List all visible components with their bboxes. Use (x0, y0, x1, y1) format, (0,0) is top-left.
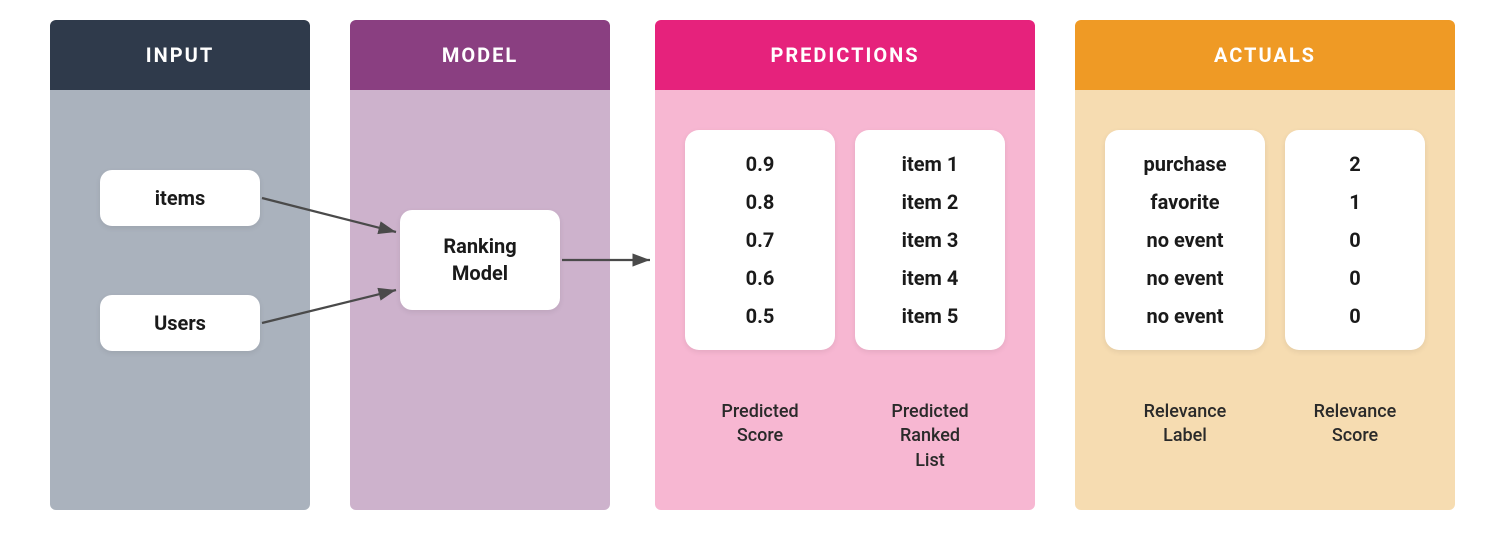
relevance-score-card: 2 1 0 0 0 (1285, 130, 1425, 350)
predicted-ranked-item-row: item 2 (902, 190, 959, 214)
panel-model: MODEL RankingModel (350, 20, 610, 510)
panel-predictions-header: PREDICTIONS (655, 20, 1035, 90)
diagram-stage: INPUT items Users MODEL RankingModel PRE… (0, 0, 1500, 533)
relevance-score-sublabel: RelevanceScore (1285, 400, 1425, 449)
model-box: RankingModel (400, 210, 560, 310)
predicted-ranked-sublabel: PredictedRankedList (855, 400, 1005, 473)
predicted-score-row: 0.6 (746, 266, 775, 290)
predicted-score-sublabel: PredictedScore (685, 400, 835, 449)
predicted-ranked-item-row: item 4 (902, 266, 959, 290)
predicted-score-row: 0.9 (746, 152, 775, 176)
relevance-label-row: no event (1147, 304, 1224, 328)
relevance-label-row: no event (1147, 266, 1224, 290)
relevance-label-row: purchase (1144, 152, 1227, 176)
relevance-label-row: no event (1147, 228, 1224, 252)
relevance-score-row: 1 (1349, 190, 1360, 214)
panel-model-header: MODEL (350, 20, 610, 90)
relevance-score-row: 0 (1349, 304, 1360, 328)
predicted-score-row: 0.7 (746, 228, 775, 252)
panel-actuals-header: ACTUALS (1075, 20, 1455, 90)
panel-input: INPUT items Users (50, 20, 310, 510)
predicted-scores-card: 0.9 0.8 0.7 0.6 0.5 (685, 130, 835, 350)
input-items-card: items (100, 170, 260, 226)
predicted-score-row: 0.8 (746, 190, 775, 214)
relevance-label-row: favorite (1150, 190, 1219, 214)
predicted-ranked-item-row: item 1 (902, 152, 959, 176)
panel-predictions: PREDICTIONS 0.9 0.8 0.7 0.6 0.5 item 1 i… (655, 20, 1035, 510)
relevance-score-row: 0 (1349, 228, 1360, 252)
panel-input-body: items Users (50, 90, 310, 510)
panel-actuals: ACTUALS purchase favorite no event no ev… (1075, 20, 1455, 510)
panel-predictions-body: 0.9 0.8 0.7 0.6 0.5 item 1 item 2 item 3… (655, 90, 1035, 510)
input-users-card: Users (100, 295, 260, 351)
relevance-score-row: 2 (1349, 152, 1360, 176)
predicted-ranked-item-row: item 3 (902, 228, 959, 252)
panel-actuals-body: purchase favorite no event no event no e… (1075, 90, 1455, 510)
relevance-label-card: purchase favorite no event no event no e… (1105, 130, 1265, 350)
relevance-label-sublabel: RelevanceLabel (1105, 400, 1265, 449)
predicted-score-row: 0.5 (746, 304, 775, 328)
relevance-score-row: 0 (1349, 266, 1360, 290)
predicted-ranked-list-card: item 1 item 2 item 3 item 4 item 5 (855, 130, 1005, 350)
panel-input-header: INPUT (50, 20, 310, 90)
panel-model-body: RankingModel (350, 90, 610, 510)
predicted-ranked-item-row: item 5 (902, 304, 959, 328)
